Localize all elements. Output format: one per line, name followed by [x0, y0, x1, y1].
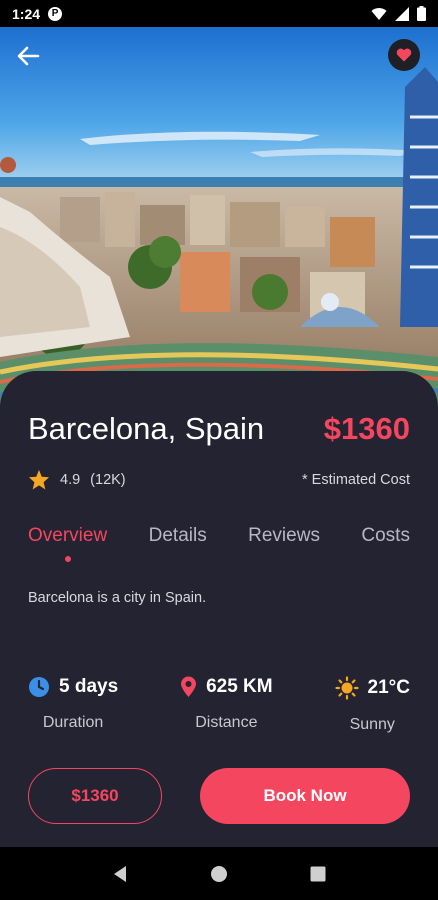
tab-overview[interactable]: Overview [28, 525, 108, 562]
duration-value: 5 days [59, 676, 119, 697]
recents-square-icon [310, 866, 326, 881]
back-button[interactable] [14, 42, 42, 70]
trip-stats: 5 days Duration 625 KM Distance 21°C Sun… [28, 676, 410, 734]
system-nav-bar [0, 847, 438, 900]
weather-label: Sunny [349, 716, 395, 733]
distance-value: 625 KM [206, 676, 273, 697]
destination-price: $1360 [323, 411, 410, 446]
price-button[interactable]: $1360 [28, 768, 162, 824]
details-sheet: Barcelona, Spain $1360 4.9 (12K) * Estim… [0, 371, 438, 847]
cell-signal-icon [395, 6, 409, 21]
status-icons [371, 6, 426, 21]
tab-details[interactable]: Details [149, 525, 207, 547]
back-triangle-icon [113, 865, 126, 882]
nav-back-button[interactable] [108, 862, 132, 886]
status-time: 1:24 [12, 5, 41, 22]
wifi-icon [371, 7, 387, 20]
clock-icon [29, 677, 49, 697]
description-text: Barcelona is a city in Spain. [28, 590, 207, 606]
active-tab-indicator [64, 556, 71, 562]
temperature-value: 21°C [367, 677, 410, 698]
tab-overview-label: Overview [28, 525, 108, 546]
estimated-cost-note: * Estimated Cost [302, 471, 410, 488]
sun-icon [334, 676, 359, 700]
favorite-button[interactable] [388, 39, 420, 71]
book-now-button[interactable]: Book Now [200, 768, 410, 824]
location-pin-icon [181, 676, 197, 697]
nav-home-button[interactable] [207, 862, 231, 886]
stat-weather: 21°C Sunny [334, 676, 410, 734]
rating-value: 4.9 [60, 471, 81, 488]
rating-row: 4.9 (12K) * Estimated Cost [28, 469, 410, 490]
arrow-left-icon [17, 46, 40, 66]
tab-reviews[interactable]: Reviews [248, 525, 320, 547]
nav-recents-button[interactable] [306, 862, 330, 886]
tab-costs[interactable]: Costs [361, 525, 410, 547]
heart-icon [396, 48, 412, 62]
stat-distance: 625 KM Distance [180, 676, 273, 734]
destination-title: Barcelona, Spain [28, 411, 265, 446]
destination-hero-image [0, 27, 438, 422]
home-circle-icon [210, 865, 227, 882]
stat-duration: 5 days Duration [28, 676, 118, 734]
app-notification-icon: P [48, 6, 63, 21]
duration-label: Duration [42, 714, 104, 731]
status-bar: 1:24 P [0, 0, 438, 27]
star-icon [28, 469, 50, 490]
reviews-count: (12K) [90, 471, 126, 488]
tabs: Overview Details Reviews Costs [28, 525, 410, 562]
title-row: Barcelona, Spain $1360 [28, 411, 410, 447]
distance-label: Distance [195, 714, 258, 731]
battery-icon [417, 6, 426, 21]
